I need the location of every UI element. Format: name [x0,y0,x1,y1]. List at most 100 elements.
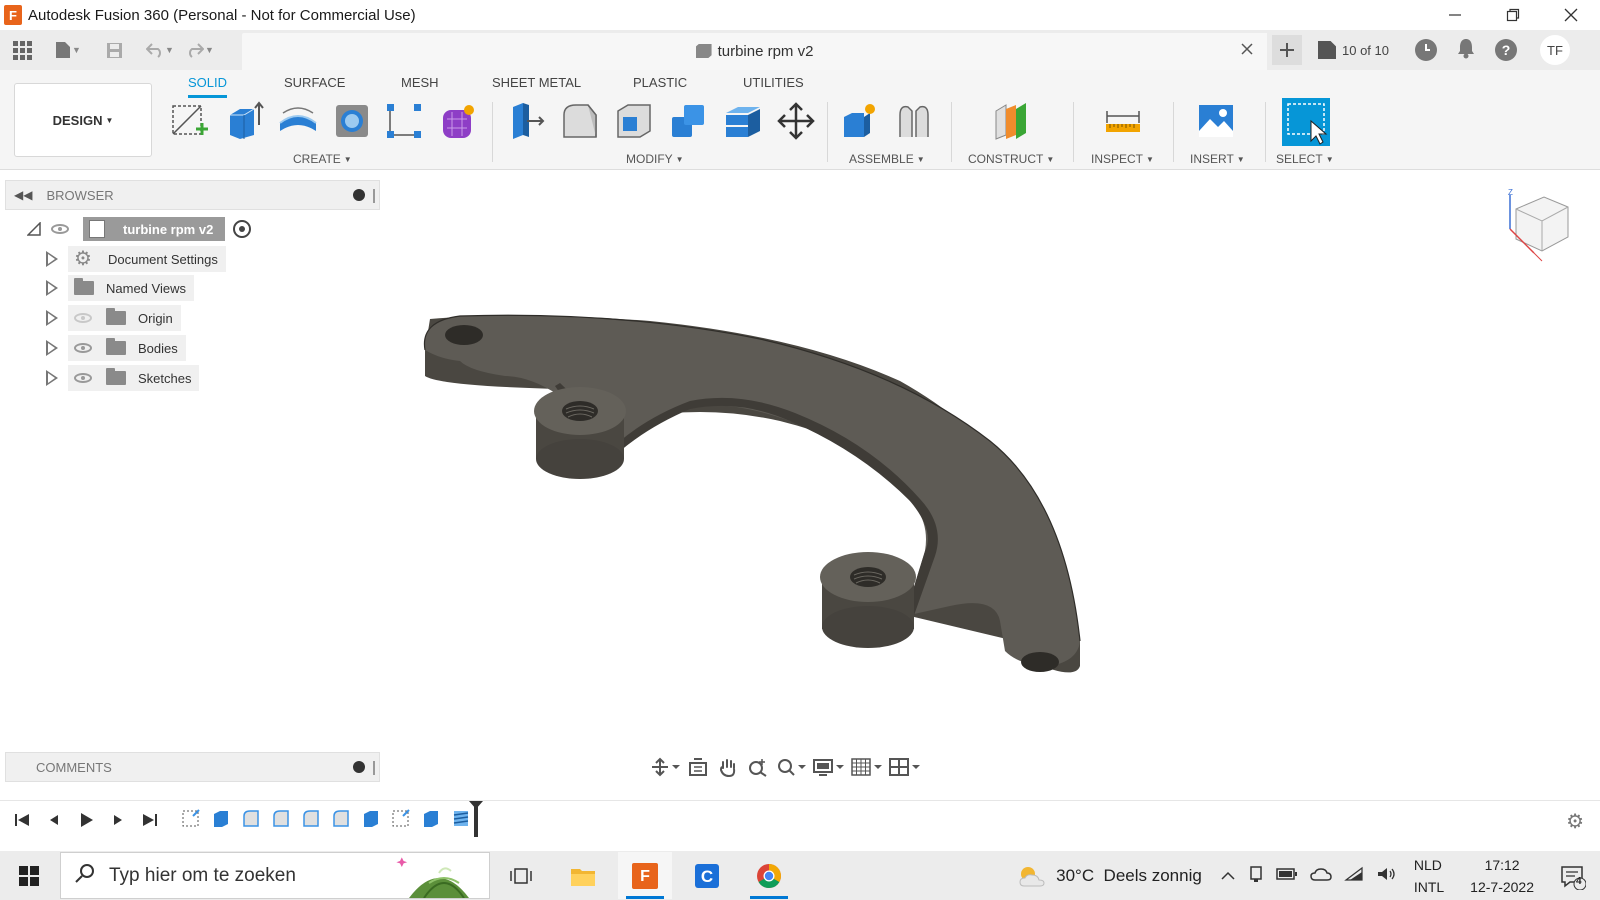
notifications-button[interactable] [1456,37,1476,64]
fillet-tool[interactable] [558,98,602,144]
grid-settings-button[interactable] [850,755,882,779]
go-to-start-button[interactable] [12,809,32,831]
hole-tool[interactable] [330,98,374,144]
start-button[interactable] [0,851,58,900]
system-clock[interactable]: 17:12 12-7-2022 [1470,854,1534,898]
redo-button[interactable]: ▼ [186,36,214,64]
panel-grip-handle[interactable] [373,189,375,203]
timeline-feature[interactable] [450,807,472,829]
canvas-viewport[interactable]: Z [0,171,1600,786]
display-settings-button[interactable] [812,755,844,779]
expand-triangle-icon[interactable] [46,370,58,386]
save-button[interactable] [100,36,128,64]
document-tab[interactable]: turbine rpm v2 [242,33,1267,70]
root-component[interactable]: turbine rpm v2 [83,217,226,241]
undo-button[interactable]: ▼ [146,36,174,64]
timeline-feature[interactable] [180,807,202,829]
panel-grip-handle[interactable] [373,761,375,775]
close-window-button[interactable] [1542,0,1600,30]
play-button[interactable] [76,809,96,831]
pan-button[interactable] [716,755,740,779]
select-tool[interactable] [1281,97,1331,147]
timeline-feature[interactable] [300,807,322,829]
insert-canvas-tool[interactable] [1194,98,1238,144]
comments-panel-header[interactable]: COMMENTS [5,752,380,782]
inspect-menu[interactable]: INSPECT ▼ [1091,152,1154,166]
battery-icon[interactable] [1276,867,1298,884]
browser-panel-header[interactable]: ◀◀ BROWSER [5,180,380,210]
add-comment-button[interactable] [353,761,365,773]
expand-triangle-icon[interactable] [46,251,58,267]
expand-triangle-icon[interactable] [46,280,58,296]
tab-sheet-metal[interactable]: SHEET METAL [492,70,581,95]
tab-utilities[interactable]: UTILITIES [743,70,804,95]
look-at-button[interactable] [686,755,710,779]
minimize-button[interactable] [1426,0,1484,30]
browser-root-node[interactable]: turbine rpm v2 [27,215,252,243]
timeline-feature[interactable] [270,807,292,829]
shell-tool[interactable] [612,98,656,144]
browser-item-document-settings[interactable]: ⚙ Document Settings [46,245,226,273]
tree-node[interactable]: ⚙ Document Settings [68,246,226,272]
combine-tool[interactable] [666,98,710,144]
close-tab-button[interactable] [1241,42,1253,60]
tree-node[interactable]: Bodies [68,335,186,361]
offset-face-tool[interactable] [720,98,764,144]
joint-tool[interactable] [892,98,936,144]
tree-node[interactable]: Named Views [68,275,194,301]
go-to-end-button[interactable] [140,809,160,831]
minimize-panel-button[interactable] [353,189,365,201]
viewports-button[interactable] [888,755,920,779]
onedrive-cloud-icon[interactable] [1310,867,1332,885]
tab-surface[interactable]: SURFACE [284,70,345,95]
timeline-feature[interactable] [330,807,352,829]
step-forward-button[interactable] [108,809,128,831]
fit-button[interactable] [776,755,806,779]
tab-mesh[interactable]: MESH [401,70,439,95]
expand-triangle-icon[interactable] [46,340,58,356]
view-cube[interactable]: Z [1506,188,1576,274]
press-pull-tool[interactable] [503,98,547,144]
expand-triangle-icon[interactable] [46,310,58,326]
tree-node[interactable]: Origin [68,305,181,331]
job-status-button[interactable] [1415,39,1437,61]
timeline-settings-button[interactable]: ⚙ [1566,809,1584,834]
wifi-icon[interactable] [1344,866,1364,886]
task-view-button[interactable] [494,852,548,899]
timeline-feature[interactable] [210,807,232,829]
hidden-eye-icon[interactable] [74,313,92,323]
visibility-eye-icon[interactable] [51,224,69,234]
new-tab-button[interactable] [1272,35,1302,65]
orbit-button[interactable] [650,755,680,779]
create-menu[interactable]: CREATE ▼ [293,152,352,166]
step-back-button[interactable] [44,809,64,831]
file-menu-button[interactable]: ▼ [54,36,82,64]
browser-item-bodies[interactable]: Bodies [46,334,186,362]
create-sketch-tool[interactable] [168,98,212,144]
help-button[interactable]: ? [1495,39,1517,61]
browser-item-sketches[interactable]: Sketches [46,364,200,392]
timeline-feature[interactable] [420,807,442,829]
visibility-eye-icon[interactable] [74,373,92,383]
workspace-switcher[interactable]: DESIGN ▼ [14,83,152,157]
revolve-tool[interactable] [276,98,320,144]
modify-menu[interactable]: MODIFY ▼ [626,152,684,166]
file-explorer-button[interactable] [556,852,610,899]
restore-button[interactable] [1484,0,1542,30]
activate-component-icon[interactable] [233,220,252,238]
select-menu[interactable]: SELECT ▼ [1276,152,1334,166]
browser-item-origin[interactable]: Origin [46,304,181,332]
tab-solid[interactable]: SOLID [188,70,228,98]
c-app-button[interactable]: C [680,852,734,899]
offset-plane-tool[interactable] [990,98,1034,144]
volume-icon[interactable] [1376,866,1396,886]
fusion360-taskbar-button[interactable]: F [618,852,672,899]
browser-item-named-views[interactable]: Named Views [46,274,194,302]
user-avatar[interactable]: TF [1540,35,1570,65]
rectangular-pattern-tool[interactable] [382,98,426,144]
chrome-button[interactable] [742,852,796,899]
action-center-button[interactable]: 4 [1560,864,1587,890]
measure-tool[interactable] [1101,98,1145,144]
tab-plastic[interactable]: PLASTIC [633,70,687,95]
collapse-panel-icon[interactable]: ◀◀ [14,188,32,202]
